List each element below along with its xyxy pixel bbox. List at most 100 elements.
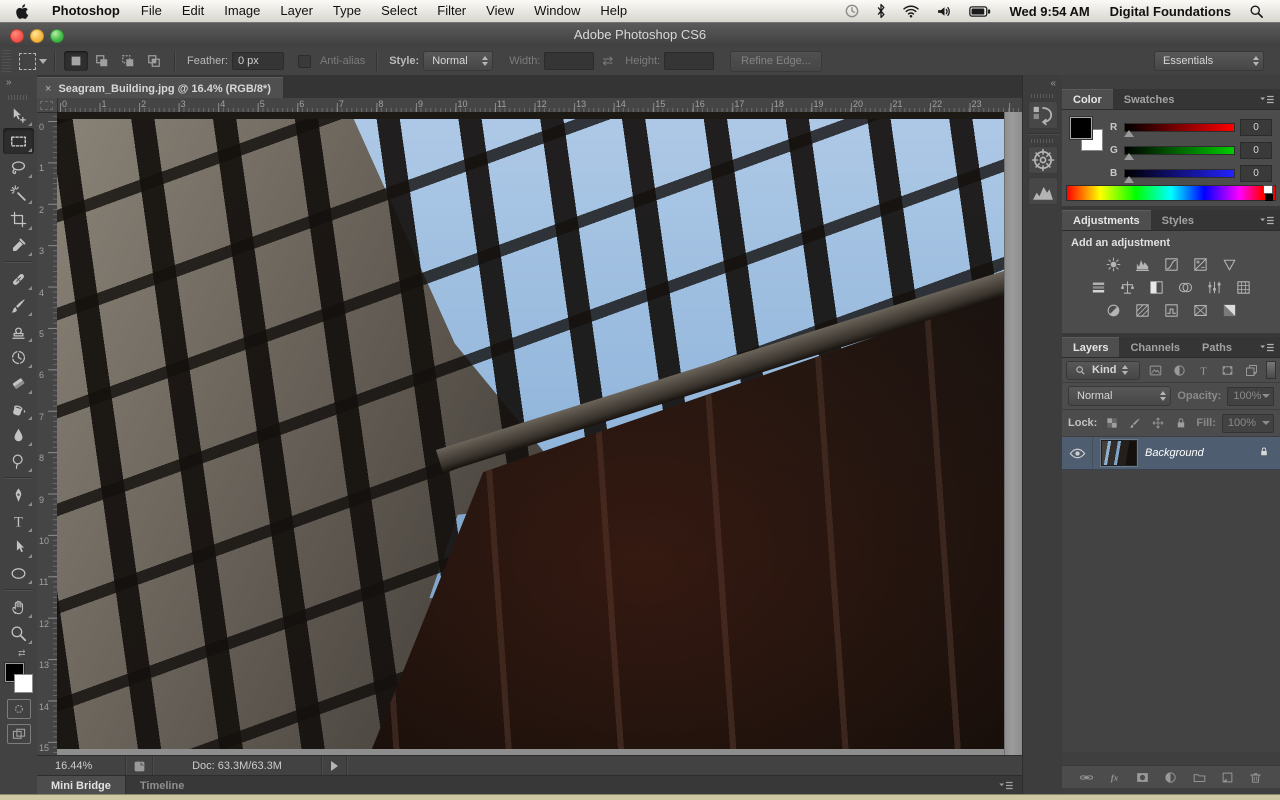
menu-edit[interactable]: Edit xyxy=(172,0,214,22)
vibrance-icon[interactable] xyxy=(1216,254,1242,275)
path-selection-tool[interactable] xyxy=(3,534,34,560)
tab-paths[interactable]: Paths xyxy=(1191,338,1243,357)
window-title-bar[interactable]: Adobe Photoshop CS6 xyxy=(0,22,1280,49)
color-balance-icon[interactable] xyxy=(1115,277,1141,298)
tab-adjustments[interactable]: Adjustments xyxy=(1062,210,1151,230)
screen-mode-button[interactable] xyxy=(7,724,31,744)
menu-type[interactable]: Type xyxy=(323,0,371,22)
foreground-color-swatch[interactable] xyxy=(1070,117,1092,139)
tab-channels[interactable]: Channels xyxy=(1119,338,1191,357)
exposure-icon[interactable] xyxy=(1187,254,1213,275)
tab-color[interactable]: Color xyxy=(1062,89,1113,109)
filter-kind-dropdown[interactable]: Kind xyxy=(1066,361,1140,380)
spot-healing-brush-tool[interactable] xyxy=(3,266,34,292)
zoom-level-field[interactable]: 16.44% xyxy=(37,756,126,776)
crop-tool[interactable] xyxy=(3,206,34,232)
tab-styles[interactable]: Styles xyxy=(1151,211,1205,230)
filter-toggle-switch[interactable] xyxy=(1266,361,1276,379)
menu-image[interactable]: Image xyxy=(214,0,270,22)
curves-icon[interactable] xyxy=(1158,254,1184,275)
black-swatch[interactable] xyxy=(1265,194,1273,201)
quick-mask-button[interactable] xyxy=(7,699,31,719)
navigator-panel-icon[interactable] xyxy=(1028,146,1058,174)
menu-help[interactable]: Help xyxy=(590,0,637,22)
new-adjustment-layer-button[interactable] xyxy=(1161,768,1181,786)
blend-mode-dropdown[interactable]: Normal xyxy=(1068,386,1171,406)
g-value-field[interactable]: 0 xyxy=(1240,142,1272,159)
clone-stamp-tool[interactable] xyxy=(3,318,34,344)
dodge-tool[interactable] xyxy=(3,448,34,474)
layer-row[interactable]: Background xyxy=(1062,437,1280,470)
levels-icon[interactable] xyxy=(1129,254,1155,275)
channel-mixer-icon[interactable] xyxy=(1202,277,1228,298)
selection-subtract-button[interactable] xyxy=(116,51,140,71)
b-slider[interactable] xyxy=(1124,169,1235,178)
pixel-filter-icon[interactable] xyxy=(1144,361,1166,379)
doc-size-readout[interactable]: Doc: 63.3M/63.3M xyxy=(153,756,322,776)
menu-window[interactable]: Window xyxy=(524,0,590,22)
swap-dimensions-icon[interactable]: ⇄ xyxy=(602,53,613,69)
refine-edge-button[interactable]: Refine Edge... xyxy=(730,51,822,72)
background-color-swatch[interactable] xyxy=(14,674,33,693)
apple-menu-icon[interactable] xyxy=(0,3,41,20)
b-value-field[interactable]: 0 xyxy=(1240,165,1272,182)
color-spectrum-ramp[interactable] xyxy=(1066,185,1276,201)
photo-filter-icon[interactable] xyxy=(1173,277,1199,298)
tab-layers[interactable]: Layers xyxy=(1062,337,1119,357)
history-panel-icon[interactable] xyxy=(1028,101,1058,129)
bottom-tab-mini-bridge[interactable]: Mini Bridge xyxy=(37,776,126,795)
lock-transparency-icon[interactable] xyxy=(1103,414,1121,432)
selection-new-button[interactable] xyxy=(64,51,88,71)
link-layers-button[interactable] xyxy=(1076,768,1096,786)
new-group-button[interactable] xyxy=(1189,768,1209,786)
slider-thumb[interactable] xyxy=(1124,153,1134,160)
r-slider[interactable] xyxy=(1124,123,1235,132)
menu-photoshop[interactable]: Photoshop xyxy=(41,0,131,22)
rectangular-marquee-tool[interactable] xyxy=(3,128,34,154)
posterize-icon[interactable] xyxy=(1129,300,1155,321)
menu-select[interactable]: Select xyxy=(371,0,427,22)
document-preview-icon[interactable] xyxy=(126,756,153,776)
volume-icon[interactable] xyxy=(930,0,959,22)
expand-tools-icon[interactable]: » xyxy=(0,75,37,93)
panel-menu-icon[interactable] xyxy=(1259,215,1275,229)
type-tool[interactable]: T xyxy=(3,508,34,534)
battery-icon[interactable] xyxy=(963,0,997,22)
tools-grip[interactable] xyxy=(8,95,29,100)
selection-add-button[interactable] xyxy=(90,51,114,71)
hand-tool[interactable] xyxy=(3,594,34,620)
invert-icon[interactable] xyxy=(1100,300,1126,321)
eraser-tool[interactable] xyxy=(3,370,34,396)
vertical-scrollbar[interactable] xyxy=(1004,112,1023,755)
layer-thumbnail[interactable] xyxy=(1101,440,1137,466)
shape-filter-icon[interactable] xyxy=(1216,361,1238,379)
pen-tool[interactable] xyxy=(3,482,34,508)
g-slider[interactable] xyxy=(1124,146,1235,155)
tool-preset-picker[interactable] xyxy=(19,53,47,70)
opacity-field[interactable]: 100% xyxy=(1227,387,1274,406)
selective-color-icon[interactable] xyxy=(1216,300,1242,321)
status-flyout-button[interactable] xyxy=(322,756,347,776)
slider-thumb[interactable] xyxy=(1124,130,1134,137)
style-dropdown[interactable]: Normal xyxy=(423,51,493,71)
slider-thumb[interactable] xyxy=(1124,176,1134,183)
menu-file[interactable]: File xyxy=(131,0,172,22)
brush-tool[interactable] xyxy=(3,292,34,318)
move-tool[interactable] xyxy=(3,102,34,128)
white-swatch[interactable] xyxy=(1263,185,1273,194)
histogram-panel-icon[interactable] xyxy=(1028,177,1058,205)
layer-style-button[interactable]: fx xyxy=(1104,768,1124,786)
menu-filter[interactable]: Filter xyxy=(427,0,476,22)
width-input[interactable] xyxy=(544,52,594,70)
r-value-field[interactable]: 0 xyxy=(1240,119,1272,136)
add-layer-mask-button[interactable] xyxy=(1133,768,1153,786)
adjustment-filter-icon[interactable] xyxy=(1168,361,1190,379)
blur-tool[interactable] xyxy=(3,422,34,448)
ellipse-tool[interactable] xyxy=(3,560,34,586)
panel-menu-icon[interactable] xyxy=(998,780,1014,794)
smart-object-filter-icon[interactable] xyxy=(1240,361,1262,379)
paint-bucket-tool[interactable] xyxy=(3,396,34,422)
black-white-icon[interactable] xyxy=(1144,277,1170,298)
brightness-contrast-icon[interactable] xyxy=(1100,254,1126,275)
zoom-tool[interactable] xyxy=(3,620,34,646)
